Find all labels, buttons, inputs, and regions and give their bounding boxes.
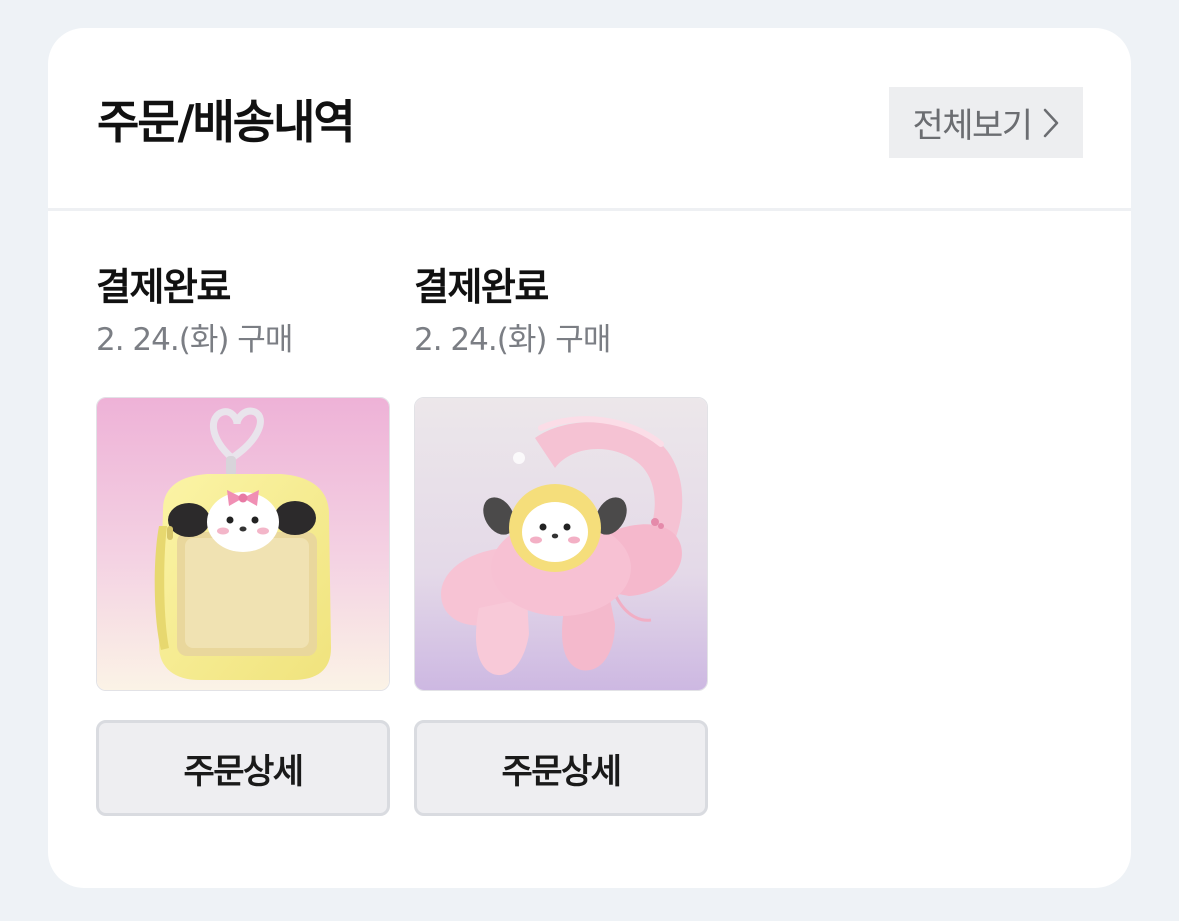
order-date: 2. 24.(화) 구매 xyxy=(414,322,611,358)
product-thumbnail[interactable] xyxy=(414,397,708,691)
section-title: 주문/배송내역 xyxy=(97,95,356,149)
order-detail-button[interactable]: 주문상세 xyxy=(96,720,390,816)
order-status: 결제완료 xyxy=(96,265,231,309)
view-all-button[interactable]: 전체보기 xyxy=(889,87,1083,158)
chevron-right-icon xyxy=(1042,107,1060,139)
order-item: 결제완료 2. 24.(화) 구매 주문상세 xyxy=(96,260,390,816)
plush-scrunchie-image xyxy=(415,398,707,690)
order-detail-button[interactable]: 주문상세 xyxy=(414,720,708,816)
view-all-label: 전체보기 xyxy=(912,106,1033,146)
order-date: 2. 24.(화) 구매 xyxy=(96,322,293,358)
product-thumbnail[interactable] xyxy=(96,397,390,691)
order-status: 결제완료 xyxy=(414,265,549,309)
plush-pouch-keyring-image xyxy=(97,398,389,690)
card-header: 주문/배송내역 전체보기 xyxy=(48,28,1131,211)
order-item: 결제완료 2. 24.(화) 구매 주문상세 xyxy=(414,260,708,816)
order-history-card: 주문/배송내역 전체보기 결제완료 2. 24.(화) 구매 주문상세 결제완료… xyxy=(48,28,1131,888)
